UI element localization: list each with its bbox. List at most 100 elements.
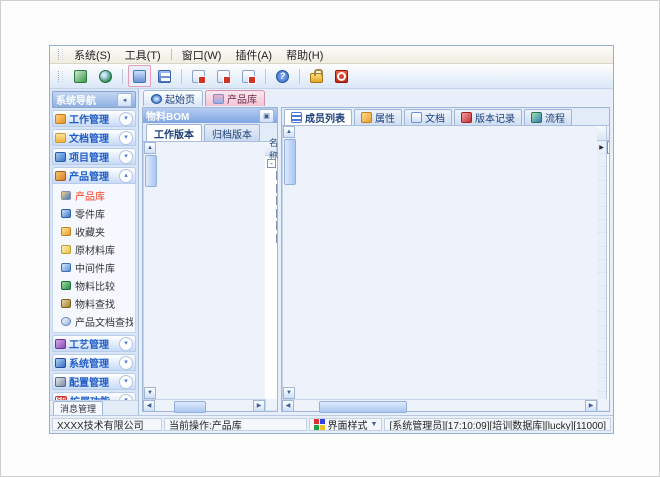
tree-node[interactable]: +检验标准 [265,220,277,233]
ui-style-button[interactable]: 界面样式 ▼ [309,418,383,431]
tab-message-management[interactable]: 消息管理 [53,401,103,415]
chevron-down-icon[interactable]: ▾ [119,356,133,370]
table-row[interactable]: 方形塑料线圈258-839403-00X尼龙1010零件塑料类标准件外协条 [597,352,609,365]
member-tab[interactable]: 成员列表 [284,109,352,125]
locate-report-button[interactable] [212,65,235,87]
tree-hscroll-thumb[interactable] [174,401,206,413]
table-cell[interactable]: BJ-2100主板单点 [607,141,609,154]
pin-icon[interactable]: ◂ [117,93,132,107]
tree-node[interactable]: +BJ-2100主板单元 [265,282,277,295]
toggle-plus-icon[interactable]: + [276,196,277,205]
chevron-down-icon[interactable]: ▾ [119,112,133,126]
scroll-down-icon[interactable] [144,387,156,399]
toggle-plus-icon[interactable]: + [276,171,277,180]
chevron-down-icon[interactable]: ▾ [119,131,133,145]
menu-grip[interactable] [58,49,63,60]
sidebar-item[interactable]: 零件库 [53,204,135,222]
chevron-down-icon[interactable]: ▾ [119,150,133,164]
table-row[interactable]: 左侧盖209-990001-01X塑料ABS零件塑料类标准件外协条 [597,207,609,220]
table-cell[interactable]: 左侧盖 [607,207,609,220]
tree-node[interactable]: -美式系列 [265,232,277,245]
delete-report-button[interactable] [237,65,260,87]
table-cell[interactable]: 方形塑料线圈 [607,352,609,365]
table-cell[interactable]: 上盖 [607,167,609,180]
table-row[interactable]: 长磁头支架229-823401-00X塑料ABS零件塑料类标准件外协条 [597,247,609,260]
column-header[interactable]: 名称 [607,126,609,140]
table-row[interactable]: 上电源座259-839403-00X塑料ABS零件塑料类标准件外协条 [597,365,609,378]
sidebar-section-header[interactable]: 系统管理▾ [52,354,136,371]
sidebar-section-header[interactable]: 文档管理▾ [52,129,136,146]
toolbar-grip[interactable] [58,71,63,82]
tree-node[interactable]: 后盖 [265,320,277,333]
table-row[interactable]: 上盖201-830302-00X塑料ABS零件塑料类标准件外协条 [597,167,609,180]
chevron-up-icon[interactable]: ▴ [119,169,133,183]
help-button[interactable] [271,65,294,87]
sidebar-item[interactable]: 原材料库 [53,240,135,258]
tree-node[interactable]: 金属膜电阻器 [265,345,277,358]
table-row[interactable]: ▶BJ-2100主板单点730-721000-12X部件电源板专用件外协颗 [597,141,609,154]
sidebar-section-header[interactable]: SP扩展功能▾ [52,392,136,400]
table-cell[interactable]: 接砂轮护罩 [607,273,609,286]
tree-horizontal-scrollbar[interactable] [143,399,265,411]
scroll-left-icon[interactable] [282,400,294,412]
tree-node[interactable]: +BJ20主显示板 [265,295,277,308]
tree-node[interactable]: -系统产品库 [265,157,277,170]
doc-tab[interactable]: 起始页 [143,90,203,106]
grid-vertical-scrollbar[interactable] [282,126,597,399]
tree-node[interactable]: +单把系列 [265,207,277,220]
table-row[interactable]: 后盖202-990002-01X塑料ABS零件塑料类标准件外协条 [597,181,609,194]
new-report-button[interactable] [187,65,210,87]
tree-vertical-scrollbar[interactable] [143,142,265,399]
bom-panel-button[interactable]: ▣ [259,109,274,123]
grid-vscroll-thumb[interactable] [284,139,296,185]
table-cell[interactable]: 右侧盖 [607,220,609,233]
table-cell[interactable]: 磁钢盖 [607,233,609,246]
table-cell[interactable]: 压线夹（二） [607,339,609,352]
lock-button[interactable] [305,65,328,87]
table-cell[interactable]: 下砂定位片（左） [607,378,609,391]
scroll-down-icon[interactable] [283,387,295,399]
table-cell[interactable]: 滑砂板 [607,299,609,312]
tree-node[interactable]: 金属膜电阻器 [265,370,277,383]
sidebar-item[interactable]: 物料查找 [53,294,135,312]
scroll-right-icon[interactable] [253,400,265,412]
toggle-plus-icon[interactable]: + [276,209,277,218]
sidebar-item[interactable]: 物料比较 [53,276,135,294]
open-folder-button[interactable] [128,65,151,87]
tree-node[interactable]: 金属膜电阻器 [265,382,277,395]
table-row[interactable]: 磁钢盖214-839404-01X塑料ABS零件塑料类标准件外协条 [597,233,609,246]
table-cell[interactable]: 后盖 [607,181,609,194]
table-cell[interactable]: 挡砂板 [607,286,609,299]
exit-button[interactable] [330,65,353,87]
scroll-up-icon[interactable] [144,142,156,154]
table-cell[interactable]: 压线夹（一） [607,326,609,339]
web-button[interactable] [94,65,117,87]
tree-node[interactable]: +SP-测试机系列 [265,182,277,195]
table-row[interactable]: 探头壳208-601701-01X塑料ABS零件塑料类标准件外协条 [597,194,609,207]
table-row[interactable]: 压线夹（一）258-839401-00X尼龙1010零件塑料类标准件外协条 [597,326,609,339]
tree-node[interactable]: 金属膜电阻器 [265,357,277,370]
tree-node[interactable]: -电烤箱 [265,270,277,283]
tree-node[interactable]: 上盖 [265,307,277,320]
menu-item[interactable]: 工具(T) [118,46,168,64]
tree-node[interactable]: -08年一季度 [265,257,277,270]
table-row[interactable]: 挡砂板239-990001-01X塑料ABS零件塑料类标准件外协条 [597,286,609,299]
sidebar-section-header[interactable]: 项目管理▾ [52,148,136,165]
tree-vscroll-thumb[interactable] [145,155,157,187]
table-cell[interactable]: 探头壳 [607,194,609,207]
grid-horizontal-scrollbar[interactable] [282,399,597,411]
table-cell[interactable]: 长磁头支架 [607,247,609,260]
table-row[interactable]: 预置电源支架229-823302-00X塑料ABS零件塑料类标准件外协条 [597,260,609,273]
member-tab[interactable]: 属性 [354,109,402,125]
table-cell[interactable]: BJ20主显示板 [607,154,609,167]
table-row[interactable]: 接砂轮护罩236-823301-00X塑料ABS零件塑料类标准件外协条 [597,273,609,286]
sidebar-item[interactable]: 收藏夹 [53,222,135,240]
sidebar-item[interactable]: 产品文档查找 [53,312,135,330]
scroll-up-icon[interactable] [283,126,295,138]
sidebar-section-header[interactable]: 工作管理▾ [52,110,136,127]
doc-tab[interactable]: 产品库 [205,90,265,106]
chevron-down-icon[interactable]: ▾ [119,337,133,351]
toggle-plus-icon[interactable]: + [276,221,277,230]
table-row[interactable]: BJ20主显示板730-828000-04X部件电源板专用件外协颗 [597,154,609,167]
member-tab[interactable]: 版本记录 [454,109,522,125]
